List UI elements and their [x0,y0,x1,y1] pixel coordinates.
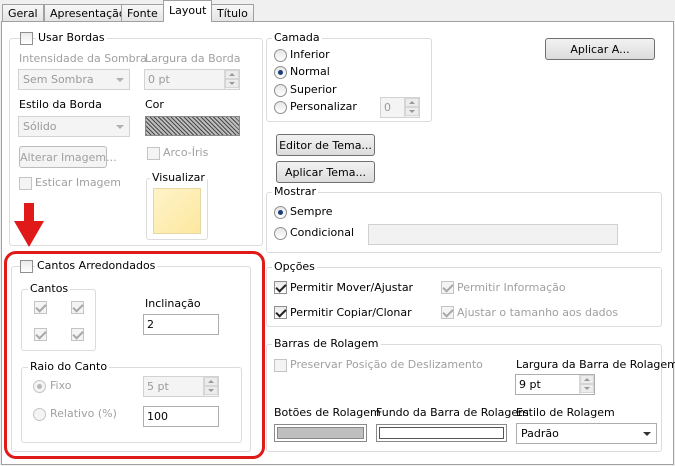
border-width-spinner[interactable] [224,70,239,89]
scroll-buttons-color[interactable] [274,424,367,442]
allow-move-resize-checkbox[interactable] [274,281,287,294]
inclination-field[interactable]: 2 [143,314,219,335]
border-style-value: Sólido [23,120,57,133]
shadow-intensity-value: Sem Sombra [23,73,94,86]
stretch-image-label: Esticar Imagem [35,176,122,189]
scroll-style-value: Padrão [521,427,559,440]
radius-relative-radio[interactable] [33,408,46,421]
chevron-down-icon [116,78,124,82]
change-image-button[interactable]: Alterar Imagem... [19,146,117,168]
layer-inferior-label: Inferior [290,48,330,61]
show-label: Mostrar [272,185,319,198]
radius-relative-field[interactable]: 100 [143,406,219,427]
show-always-label: Sempre [290,205,333,218]
rounded-corners-checkbox[interactable] [20,260,33,273]
rainbow-label: Arco-Íris [163,146,209,159]
rounded-corners-label: Cantos Arredondados [35,259,158,272]
show-conditional-radio[interactable] [274,227,287,240]
layer-custom-label: Personalizar [290,100,357,113]
corner-radius-label: Raio do Canto [28,360,110,373]
layer-normal-label: Normal [290,65,330,78]
corners-label: Cantos [28,282,71,295]
tab-fonte[interactable]: Fonte [121,4,164,22]
fit-data-size-checkbox[interactable] [441,306,454,319]
preserve-position-label: Preservar Posição de Deslizamento [290,358,483,371]
radius-fixed-spinner[interactable] [203,377,218,396]
radius-relative-label: Relativo (%) [50,407,117,420]
preview-image [153,188,201,234]
layer-custom-radio[interactable] [274,101,287,114]
scroll-style-label: Estilo de Rolagem [516,406,615,419]
layer-superior-radio[interactable] [274,84,287,97]
corner-top-left-checkbox[interactable] [34,301,47,314]
radius-fixed-value: 5 pt [147,380,169,393]
allow-info-label: Permitir Informação [457,281,566,294]
layer-custom-field[interactable]: 0 [380,97,420,118]
scrollbar-width-spinner[interactable] [579,375,594,394]
layer-inferior-radio[interactable] [274,49,287,62]
stretch-image-checkbox[interactable] [19,177,32,190]
tab-titulo[interactable]: Título [211,4,254,22]
border-color-swatch[interactable] [145,116,240,136]
radius-fixed-label: Fixo [50,379,72,392]
scrollbar-width-field[interactable]: 9 pt [515,374,595,395]
color-label: Cor [145,98,164,111]
layer-label: Camada [272,31,322,44]
options-label: Opções [272,260,317,273]
border-style-label: Estilo da Borda [19,98,102,111]
layer-superior-label: Superior [290,83,337,96]
theme-editor-button[interactable]: Editor de Tema... [276,134,375,156]
allow-copy-clone-checkbox[interactable] [274,306,287,319]
allow-copy-clone-label: Permitir Copiar/Clonar [290,306,412,319]
show-always-radio[interactable] [274,206,287,219]
layer-normal-radio[interactable] [274,66,287,79]
inclination-label: Inclinação [145,297,201,310]
use-borders-label: Usar Bordas [36,31,107,44]
red-arrow-icon [14,203,44,247]
scroll-background-color[interactable] [376,424,507,442]
tab-layout[interactable]: Layout [163,0,213,22]
border-width-value: 0 pt [148,73,170,86]
shadow-intensity-label: Intensidade da Sombra [19,52,147,65]
scrollbars-label: Barras de Rolagem [272,337,381,350]
scroll-background-label: Fundo da Barra de Rolagem [376,406,529,419]
allow-move-resize-label: Permitir Mover/Ajustar [290,281,414,294]
scroll-style-select[interactable]: Padrão [516,423,657,444]
preserve-position-checkbox[interactable] [274,359,287,372]
rainbow-checkbox[interactable] [147,147,160,160]
scrollbar-width-label: Largura da Barra de Rolagem [516,358,675,371]
border-width-field[interactable]: 0 pt [144,69,240,90]
radius-fixed-radio[interactable] [33,380,46,393]
layer-custom-spinner[interactable] [404,98,419,117]
preview-label: Visualizar [150,171,207,184]
shadow-intensity-select[interactable]: Sem Sombra [18,69,130,90]
scroll-buttons-label: Botões de Rolagem [274,406,381,419]
use-borders-checkbox[interactable] [20,32,33,45]
apply-to-button[interactable]: Aplicar A... [545,38,655,60]
show-conditional-label: Condicional [290,226,355,239]
corner-bottom-right-checkbox[interactable] [71,328,84,341]
condition-field[interactable] [368,224,618,245]
chevron-down-icon [643,432,651,436]
apply-theme-button[interactable]: Aplicar Tema... [276,161,375,183]
inclination-value: 2 [147,318,154,331]
tab-apresentacao[interactable]: Apresentação [44,4,132,22]
chevron-down-icon [116,125,124,129]
corners-group: Cantos [21,282,96,351]
corner-bottom-left-checkbox[interactable] [34,328,47,341]
radius-fixed-field[interactable]: 5 pt [143,376,219,397]
border-width-label: Largura da Borda [145,52,241,65]
tab-geral[interactable]: Geral [2,4,44,22]
radius-relative-value: 100 [147,410,168,423]
tab-strip: Geral Apresentação Fonte Layout Título [0,0,675,22]
scrollbar-width-value: 9 pt [519,378,541,391]
layer-custom-value: 0 [384,101,391,114]
allow-info-checkbox[interactable] [441,281,454,294]
fit-data-size-label: Ajustar o tamanho aos dados [457,306,619,319]
border-style-select[interactable]: Sólido [18,116,130,137]
corner-top-right-checkbox[interactable] [71,301,84,314]
